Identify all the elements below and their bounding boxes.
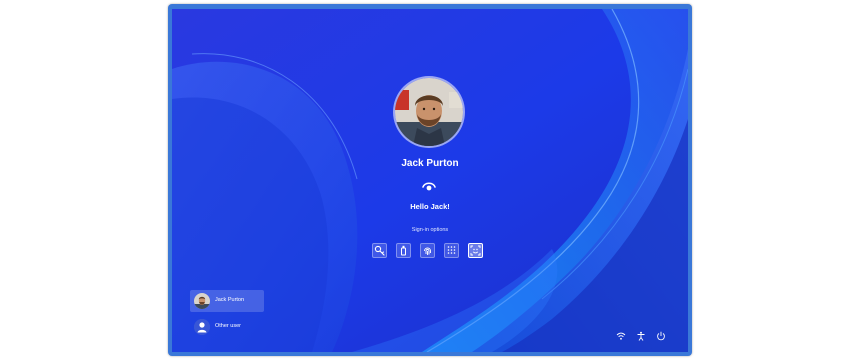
system-tray	[610, 328, 670, 341]
user-item-label: Jack Purton	[215, 297, 245, 303]
accessibility-icon[interactable]	[636, 328, 646, 341]
lock-screen: Jack Purton Hello Jack! Sign-in options	[172, 9, 688, 352]
pin-keypad-icon[interactable]	[444, 243, 459, 258]
sign-in-options	[372, 243, 488, 263]
person-icon	[194, 319, 210, 335]
user-item-label: Other user	[215, 323, 241, 329]
greeting-text: Hello Jack!	[410, 202, 450, 211]
fingerprint-icon[interactable]	[420, 243, 435, 258]
device-frame: Jack Purton Hello Jack! Sign-in options	[168, 4, 692, 356]
windows-hello-face-icon	[421, 179, 437, 193]
user-name: Jack Purton	[401, 158, 459, 169]
user-switcher: Jack Purton Other user	[190, 290, 268, 342]
user-avatar	[395, 78, 463, 146]
security-key-icon[interactable]	[396, 243, 411, 258]
user-item-jack-purton[interactable]: Jack Purton	[190, 290, 264, 312]
sign-in-options-link[interactable]: Sign-in options	[172, 227, 688, 233]
avatar	[194, 293, 210, 309]
face-smile-icon[interactable]	[468, 243, 483, 258]
user-item-other-user[interactable]: Other user	[190, 316, 264, 338]
key-icon[interactable]	[372, 243, 387, 258]
wifi-icon[interactable]	[616, 328, 626, 340]
power-icon[interactable]	[656, 328, 666, 341]
